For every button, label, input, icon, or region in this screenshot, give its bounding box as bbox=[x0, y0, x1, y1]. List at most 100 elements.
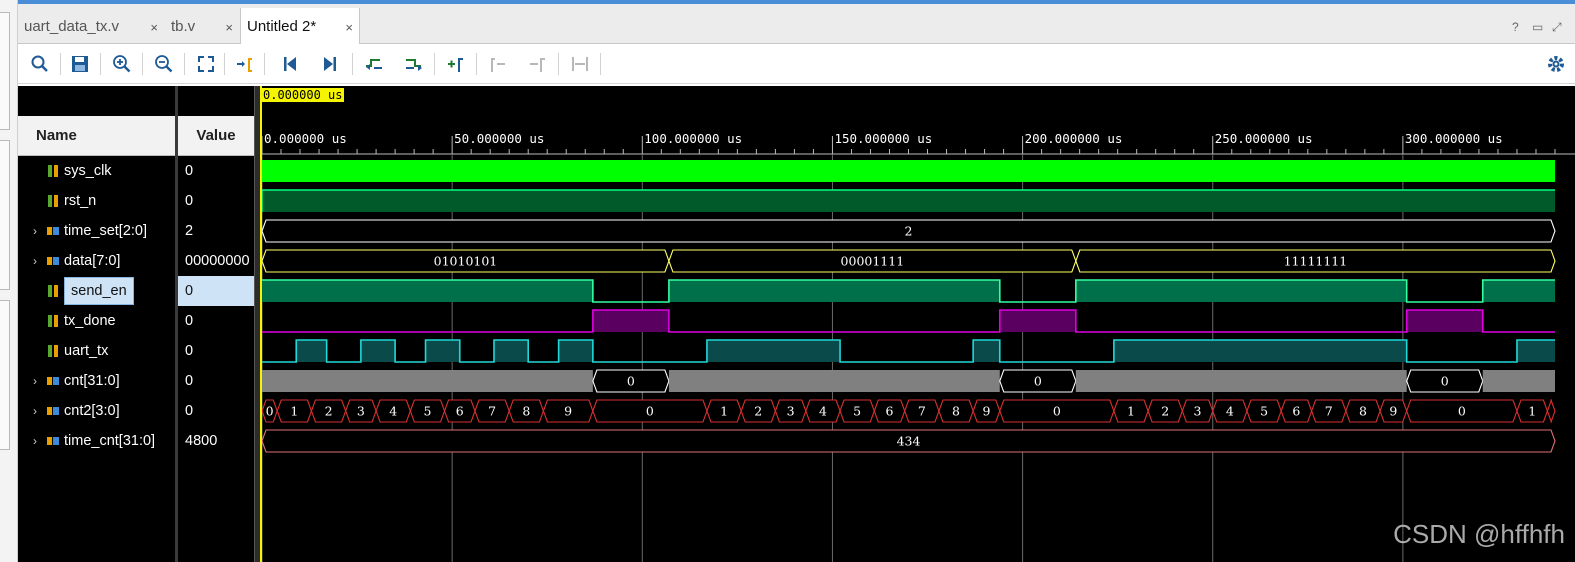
close-icon[interactable]: × bbox=[225, 20, 233, 35]
settings-gear-icon[interactable] bbox=[1546, 54, 1566, 74]
left-edge-panel bbox=[0, 0, 18, 562]
editor-tab-bar: uart_data_tx.v × tb.v × Untitled 2* × ? … bbox=[18, 0, 1575, 45]
watermark: CSDN @hffhfh bbox=[1393, 519, 1565, 549]
restore-icon[interactable]: ▭ bbox=[1532, 20, 1543, 34]
data-segment-label: 11111111 bbox=[1284, 254, 1348, 269]
waveform-plot[interactable]: 0.000000 us 50.000000 us 100.000000 us 150.… bbox=[260, 86, 1575, 562]
zoom-in-icon[interactable] bbox=[112, 54, 132, 74]
signal-value[interactable]: 0 bbox=[178, 366, 254, 396]
logic-signal-icon bbox=[48, 345, 58, 357]
signal-row-rst-n[interactable]: rst_n bbox=[18, 186, 175, 216]
collapsed-panel-edge[interactable] bbox=[0, 140, 10, 290]
signal-value[interactable]: 0 bbox=[178, 276, 254, 306]
cnt2-segment-label: 1 bbox=[290, 404, 298, 419]
logic-signal-icon bbox=[48, 165, 58, 177]
send-en-high-fill bbox=[668, 280, 1000, 302]
chevron-right-icon[interactable]: › bbox=[28, 434, 42, 448]
cnt2-segment-label: 2 bbox=[325, 404, 333, 419]
signal-name: uart_tx bbox=[64, 343, 109, 359]
chevron-right-icon[interactable]: › bbox=[28, 224, 42, 238]
tx-done-high-fill bbox=[999, 310, 1076, 332]
signal-value[interactable]: 0 bbox=[178, 156, 254, 186]
bus-signal-icon bbox=[47, 227, 59, 235]
chevron-right-icon[interactable]: › bbox=[28, 254, 42, 268]
cnt2-segment-label: 7 bbox=[1325, 404, 1333, 419]
collapsed-panel-edge[interactable] bbox=[0, 12, 10, 130]
chevron-right-icon[interactable]: › bbox=[28, 404, 42, 418]
cnt2-segment-label: 1 bbox=[1528, 404, 1536, 419]
cnt2-segment-label: 5 bbox=[1260, 404, 1268, 419]
signal-row-tx-done[interactable]: tx_done bbox=[18, 306, 175, 336]
cnt2-segment-label: 0 bbox=[266, 404, 274, 419]
signal-value[interactable]: 4800 bbox=[178, 426, 254, 456]
rst-n-high-fill bbox=[262, 190, 1555, 212]
cnt-busy-segment bbox=[262, 370, 593, 392]
signal-row-data[interactable]: › data[7:0] bbox=[18, 246, 175, 276]
cnt2-segment-label: 8 bbox=[952, 404, 960, 419]
tab-untitled-2[interactable]: Untitled 2* × bbox=[240, 8, 360, 45]
signal-name: tx_done bbox=[64, 313, 116, 329]
time-tick-label: 300.000000 us bbox=[1405, 131, 1503, 146]
signal-name-column: Name sys_clk rst_n › time_set[2:0] › data[7:0… bbox=[18, 86, 175, 562]
close-icon[interactable]: × bbox=[345, 20, 353, 35]
signal-value[interactable]: 00000000 bbox=[178, 246, 254, 276]
signal-row-time-cnt[interactable]: › time_cnt[31:0] bbox=[18, 426, 175, 456]
cnt2-segment-label: 0 bbox=[646, 404, 654, 419]
next-transition-icon[interactable] bbox=[404, 54, 424, 74]
waveform-canvas[interactable]: 0.000000 us 50.000000 us 100.000000 us 150.… bbox=[260, 86, 1575, 562]
signal-value[interactable]: 2 bbox=[178, 216, 254, 246]
tab-uart-data-tx[interactable]: uart_data_tx.v × bbox=[18, 8, 164, 44]
uart-tx-high-fill bbox=[493, 340, 529, 362]
swap-cursors-icon[interactable] bbox=[570, 54, 590, 74]
help-icon[interactable]: ? bbox=[1512, 20, 1519, 34]
close-icon[interactable]: × bbox=[150, 20, 158, 35]
cnt-busy-segment bbox=[1075, 370, 1407, 392]
cursor-time-label[interactable]: 0.000000 us bbox=[261, 88, 345, 102]
zoom-out-icon[interactable] bbox=[154, 54, 174, 74]
signal-value[interactable]: 0 bbox=[178, 306, 254, 336]
zoom-fit-icon[interactable] bbox=[196, 54, 216, 74]
logic-signal-icon bbox=[48, 195, 58, 207]
save-icon[interactable] bbox=[70, 54, 90, 74]
cnt2-segment-label: 3 bbox=[787, 404, 795, 419]
next-marker-icon[interactable] bbox=[528, 54, 548, 74]
cnt2-segment-label: 6 bbox=[1292, 404, 1300, 419]
cnt-segment-label: 0 bbox=[627, 374, 635, 389]
add-marker-icon[interactable] bbox=[446, 54, 466, 74]
signal-row-time-set[interactable]: › time_set[2:0] bbox=[18, 216, 175, 246]
signal-row-sys-clk[interactable]: sys_clk bbox=[18, 156, 175, 186]
go-to-start-icon[interactable] bbox=[280, 54, 300, 74]
signal-row-uart-tx[interactable]: uart_tx bbox=[18, 336, 175, 366]
uart-tx-high-fill bbox=[296, 340, 327, 362]
chevron-right-icon[interactable]: › bbox=[28, 374, 42, 388]
signal-value[interactable]: 0 bbox=[178, 396, 254, 426]
cnt2-segment-label: 7 bbox=[918, 404, 926, 419]
go-to-cursor-icon[interactable] bbox=[234, 54, 254, 74]
signal-value[interactable]: 0 bbox=[178, 336, 254, 366]
value-column-header[interactable]: Value bbox=[178, 116, 254, 156]
signal-row-cnt2[interactable]: › cnt2[3:0] bbox=[18, 396, 175, 426]
cnt2-segment-label: 3 bbox=[357, 404, 365, 419]
cnt2-segment-label: 8 bbox=[1359, 404, 1367, 419]
signal-value[interactable]: 0 bbox=[178, 186, 254, 216]
maximize-icon[interactable]: ⤢ bbox=[1552, 20, 1562, 35]
data-segment-label: 00001111 bbox=[841, 254, 905, 269]
previous-transition-icon[interactable] bbox=[364, 54, 384, 74]
signal-value-column: Value 0 0 2 00000000 0 0 0 0 0 4800 bbox=[178, 86, 254, 562]
signal-row-send-en[interactable]: send_en bbox=[18, 276, 175, 306]
tab-tb[interactable]: tb.v × bbox=[165, 8, 239, 44]
search-icon[interactable] bbox=[30, 54, 50, 74]
previous-marker-icon[interactable] bbox=[488, 54, 508, 74]
cnt-segment-label: 0 bbox=[1034, 374, 1042, 389]
cnt2-segment-label: 8 bbox=[522, 404, 530, 419]
signal-row-cnt[interactable]: › cnt[31:0] bbox=[18, 366, 175, 396]
send-en-high-fill bbox=[262, 280, 593, 302]
cnt2-segment-label: 7 bbox=[488, 404, 496, 419]
signal-name: send_en bbox=[64, 277, 134, 305]
cnt2-segment-label: 2 bbox=[754, 404, 762, 419]
collapsed-panel-edge[interactable] bbox=[0, 300, 10, 450]
go-to-end-icon[interactable] bbox=[320, 54, 340, 74]
name-column-header[interactable]: Name bbox=[18, 116, 175, 156]
data-segment-label: 01010101 bbox=[434, 254, 498, 269]
send-en-high-fill bbox=[1075, 280, 1407, 302]
